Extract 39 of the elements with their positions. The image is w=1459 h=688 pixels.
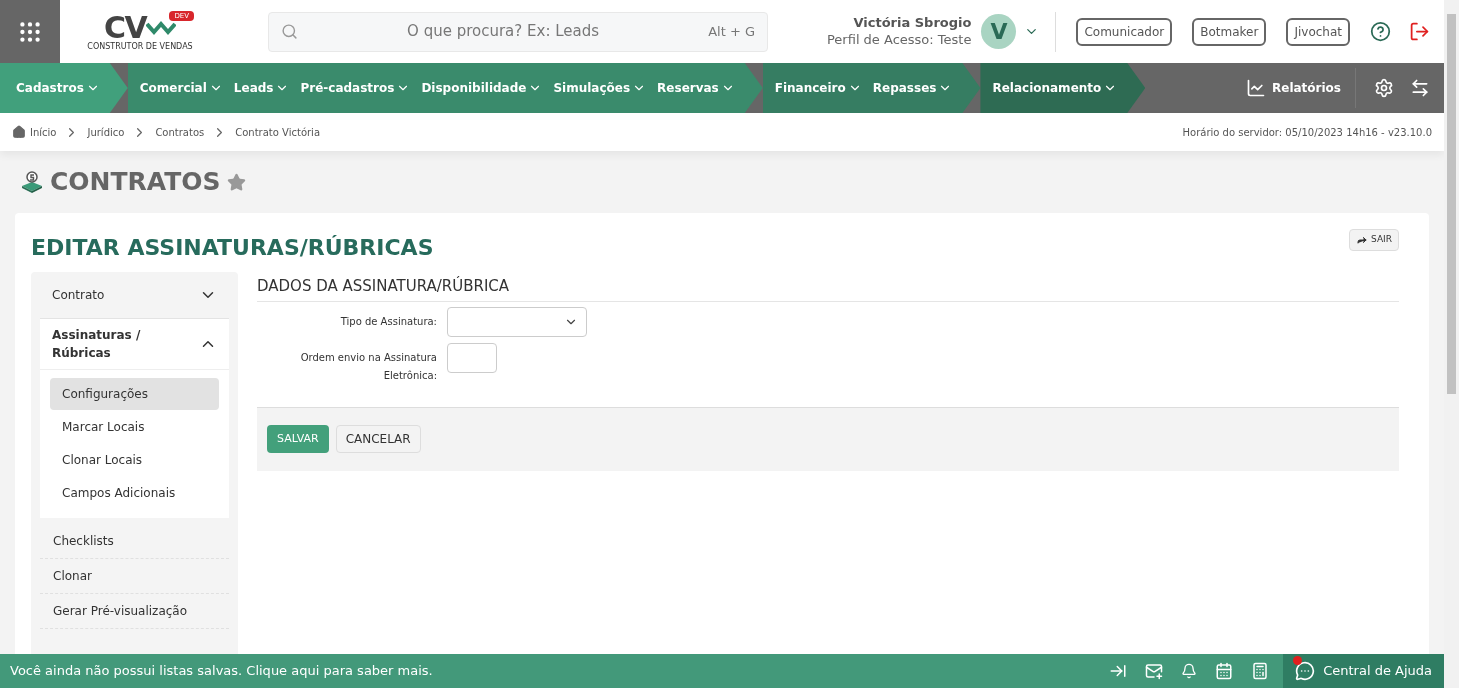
help-center-button[interactable]: Central de Ajuda [1283, 654, 1444, 688]
field-label: Tipo de Assinatura: [339, 314, 437, 329]
user-avatar[interactable]: V [981, 14, 1017, 49]
search-field[interactable]: O que procura? Ex: Leads Alt + G [268, 11, 768, 52]
menu-group[interactable]: Assinaturas / Rúbricas [40, 319, 229, 370]
menu-group[interactable]: Contrato [40, 272, 229, 318]
submenu-item[interactable]: Clonar Locais [50, 444, 219, 476]
breadcrumb-link[interactable]: Contrato Victória [235, 124, 321, 140]
header-button[interactable]: Botmaker [1192, 17, 1267, 46]
breadcrumb-link[interactable]: Início [30, 124, 57, 140]
menu-item[interactable]: Clonar [40, 559, 229, 594]
nav-menu-item[interactable]: Relacionamento [992, 79, 1118, 97]
submenu-item[interactable]: Marcar Locais [50, 411, 219, 443]
header-button[interactable]: Jivochat [1286, 17, 1350, 46]
exit-button[interactable]: SAIR [1349, 229, 1399, 251]
menu-item[interactable]: Checklists [40, 524, 229, 559]
section-title: DADOS DA ASSINATURA/RÚBRICA [257, 272, 1399, 302]
user-name: Victória Sbrogio [853, 15, 972, 32]
nav-menu-item[interactable]: Repasses [872, 79, 953, 97]
nav-menu-item[interactable]: Simulações [553, 79, 647, 97]
field-label: Ordem envio na Assinatura Eletrônica: [299, 350, 437, 383]
server-time: Horário do servidor: 05/10/2023 14h16 - v23.10.0 [1182, 125, 1432, 140]
submenu-item[interactable]: Campos Adicionais [50, 477, 219, 509]
user-profile: Perfil de Acesso: Teste [826, 31, 972, 48]
nav-menu-item[interactable]: Reservas [657, 79, 735, 97]
submenu-item[interactable]: Configurações [50, 378, 219, 410]
card-title: EDITAR ASSINATURAS/RÚBRICAS [31, 234, 434, 262]
breadcrumb-link[interactable]: Contratos [155, 124, 205, 140]
reports-link[interactable]: Relatórios [1246, 78, 1341, 98]
nav-menu-item[interactable]: Leads [233, 79, 290, 97]
cancel-button[interactable]: CANCELAR [335, 425, 421, 453]
nav-menu-item[interactable]: Disponibilidade [421, 79, 543, 97]
menu-item[interactable]: Gerar Pré-visualização [40, 594, 229, 629]
header-button[interactable]: Comunicador [1076, 17, 1173, 46]
breadcrumb-link[interactable]: Jurídico [87, 124, 125, 140]
nav-menu-item[interactable]: Comercial [139, 79, 223, 97]
page-title: CONTRATOS [50, 166, 221, 199]
nav-menu-item[interactable]: Financeiro [774, 79, 862, 97]
nav-menu-item[interactable]: Pré-cadastros [300, 79, 411, 97]
